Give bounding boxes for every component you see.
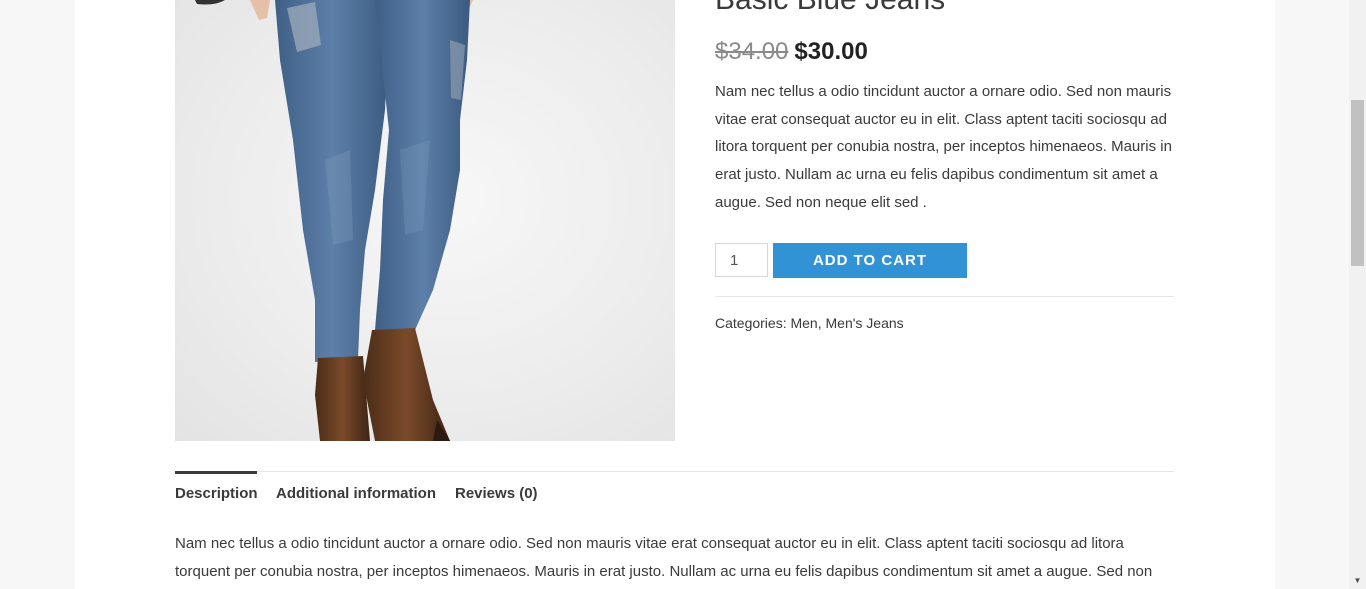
tab-reviews[interactable]: Reviews (0) (455, 472, 538, 516)
price-row: $34.00 $30.00 (715, 38, 868, 66)
product-title: Basic Blue Jeans (715, 0, 945, 18)
vertical-scrollbar[interactable]: ▼ (1349, 0, 1366, 589)
categories-label: Categories: (715, 315, 787, 331)
sale-price: $30.00 (794, 38, 868, 65)
quantity-input[interactable] (715, 243, 768, 277)
product-image[interactable] (175, 0, 675, 441)
product-short-description: Nam nec tellus a odio tincidunt auctor a… (715, 83, 1172, 211)
scrollbar-thumb[interactable] (1351, 100, 1364, 266)
product-categories: Categories: Men, Men's Jeans (715, 315, 904, 331)
old-price: $34.00 (715, 38, 789, 65)
meta-divider (715, 296, 1174, 297)
add-to-cart-button[interactable]: ADD TO CART (773, 243, 967, 278)
tab-additional-information[interactable]: Additional information (276, 472, 436, 516)
tab-description[interactable]: Description (175, 471, 258, 516)
category-link-mens-jeans[interactable]: Men's Jeans (826, 315, 904, 331)
description-panel-text: Nam nec tellus a odio tincidunt auctor a… (175, 535, 1153, 580)
categories-separator: , (817, 315, 826, 331)
category-link-men[interactable]: Men (790, 315, 817, 331)
scroll-down-arrow-icon[interactable]: ▼ (1349, 572, 1366, 589)
jeans-model-illustration (195, 0, 473, 441)
